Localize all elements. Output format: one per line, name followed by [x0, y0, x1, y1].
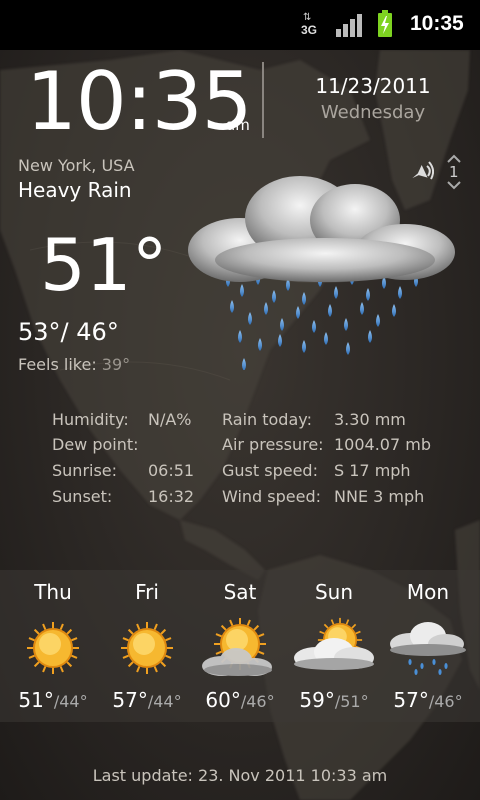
weekday-label: Wednesday	[320, 102, 426, 123]
gust-speed-label: Gust speed:	[222, 461, 318, 480]
high-low-separator: /	[60, 318, 69, 346]
low-temperature: 46°	[76, 318, 119, 346]
forecast-high: 57°	[393, 688, 429, 712]
humidity-value: N/A%	[148, 410, 192, 429]
sunrise-value: 06:51	[148, 461, 195, 480]
forecast-strip[interactable]: Thu 51°/44° Fri 57°/44° Sat 60°/46° Sun …	[0, 570, 480, 722]
status-clock: 10:35	[410, 12, 464, 35]
forecast-temps: 59°/51°	[286, 688, 382, 712]
gust-speed-value: S 17 mph	[334, 461, 411, 480]
forecast-day-name: Fri	[135, 580, 159, 604]
sunset-label: Sunset:	[52, 487, 113, 506]
data-arrows-icon: ⇅	[303, 12, 311, 23]
forecast-low: 51°	[340, 692, 369, 711]
light-rain-cloud-icon	[380, 612, 476, 682]
forecast-high: 60°	[205, 688, 241, 712]
high-low-temperature: 53°/ 46°	[18, 318, 119, 346]
forecast-day-name: Sun	[314, 580, 354, 604]
current-temperature: 51°	[40, 223, 168, 307]
condition-label: Heavy Rain	[18, 178, 132, 202]
air-pressure-label: Air pressure:	[222, 435, 324, 454]
wind-speed-value: NNE 3 mph	[334, 487, 425, 506]
air-pressure-value: 1004.07 mb	[334, 435, 431, 454]
battery-charging-icon	[377, 10, 393, 38]
forecast-low: 44°	[153, 692, 182, 711]
forecast-low: 44°	[59, 692, 88, 711]
forecast-day-0[interactable]: Thu 51°/44°	[5, 570, 101, 722]
forecast-day-name: Thu	[34, 580, 72, 604]
wind-speed-label: Wind speed:	[222, 487, 322, 506]
forecast-high: 51°	[18, 688, 54, 712]
main-clock-time[interactable]: 10:35	[26, 54, 253, 150]
forecast-temps: 57°/44°	[99, 688, 195, 712]
forecast-temps: 51°/44°	[5, 688, 101, 712]
dew-point-label: Dew point:	[52, 435, 139, 454]
clock-divider	[262, 62, 264, 138]
forecast-low: 46°	[434, 692, 463, 711]
forecast-temps: 60°/46°	[192, 688, 288, 712]
status-bar: ⇅ 3G 10:35	[0, 0, 480, 50]
weather-app-screen: ⇅ 3G 10:35 10:35 am 11/23/2011 Wednesday…	[0, 0, 480, 800]
forecast-day-4[interactable]: Mon 57°/46°	[380, 570, 476, 722]
feels-like: Feels like: 39°	[18, 355, 130, 374]
last-update-label: Last update: 23. Nov 2011 10:33 am	[92, 766, 388, 785]
forecast-day-name: Mon	[406, 580, 450, 604]
forecast-temps: 57°/46°	[380, 688, 476, 712]
forecast-high: 57°	[112, 688, 148, 712]
rain-today-value: 3.30 mm	[334, 410, 406, 429]
network-type-label: 3G	[301, 23, 318, 37]
sun-cloud-icon	[286, 612, 382, 682]
sunset-value: 16:32	[148, 487, 195, 506]
rain-today-label: Rain today:	[222, 410, 312, 429]
sun-icon	[5, 612, 101, 682]
partly-cloudy-icon	[192, 612, 288, 682]
clock-ampm: am	[226, 116, 250, 134]
signal-strength-icon	[336, 13, 362, 37]
forecast-day-3[interactable]: Sun 59°/51°	[286, 570, 382, 722]
heavy-rain-cloud-icon	[180, 170, 470, 371]
network-3g-icon: ⇅ 3G	[300, 12, 322, 38]
high-temperature: 53°	[18, 318, 61, 346]
feels-like-value: 39°	[101, 355, 131, 374]
forecast-low: 46°	[246, 692, 275, 711]
forecast-day-2[interactable]: Sat 60°/46°	[192, 570, 288, 722]
date-label[interactable]: 11/23/2011	[278, 74, 468, 98]
forecast-day-name: Sat	[223, 580, 257, 604]
location-label[interactable]: New York, USA	[18, 156, 135, 175]
forecast-high: 59°	[299, 688, 335, 712]
forecast-day-1[interactable]: Fri 57°/44°	[99, 570, 195, 722]
feels-like-label: Feels like:	[18, 355, 97, 374]
sun-icon	[99, 612, 195, 682]
sunrise-label: Sunrise:	[52, 461, 118, 480]
humidity-label: Humidity:	[52, 410, 129, 429]
